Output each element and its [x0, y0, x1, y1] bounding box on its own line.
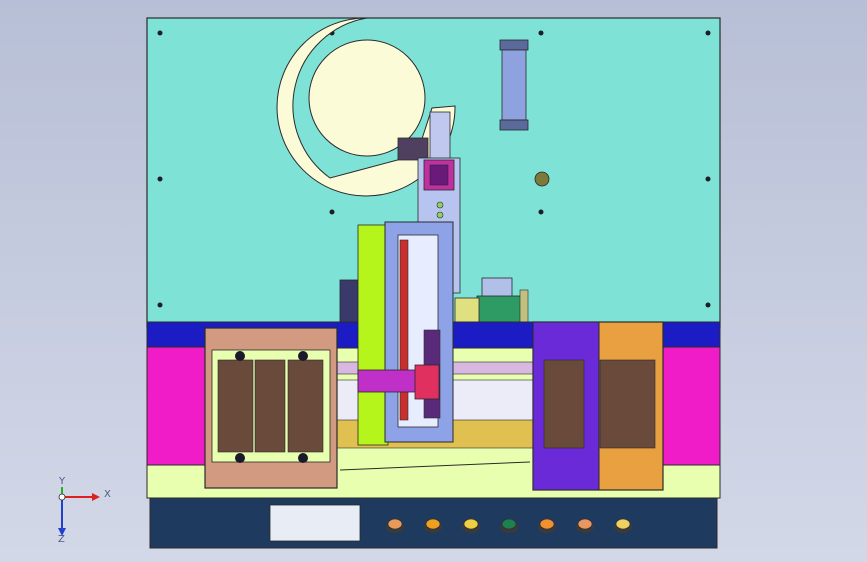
button-6-cap[interactable]	[577, 518, 593, 530]
button-7-cap[interactable]	[615, 518, 631, 530]
cylinder-component	[499, 39, 529, 131]
button-4-cap[interactable]	[501, 518, 517, 530]
button-1-cap[interactable]	[387, 518, 403, 530]
lime-panel	[357, 224, 389, 446]
display-box	[269, 504, 361, 542]
z-axis-label: Z	[58, 534, 65, 545]
axis-triad: X Y Z	[58, 476, 111, 545]
button-3-cap[interactable]	[463, 518, 479, 530]
button-5-cap[interactable]	[539, 518, 555, 530]
dark-slide	[339, 279, 361, 329]
x-axis-label: X	[104, 489, 111, 500]
cad-viewport: X Y Z	[58, 17, 721, 549]
triad-origin	[58, 493, 66, 501]
left-tray	[204, 327, 338, 489]
gantry-frame	[384, 221, 454, 443]
magenta-side-right	[659, 346, 721, 466]
y-axis-label: Y	[58, 476, 66, 487]
knob	[534, 171, 550, 187]
magenta-side-left	[146, 346, 208, 466]
button-2-cap[interactable]	[425, 518, 441, 530]
x-axis-arrowhead	[92, 493, 100, 501]
right-tray	[532, 321, 664, 491]
